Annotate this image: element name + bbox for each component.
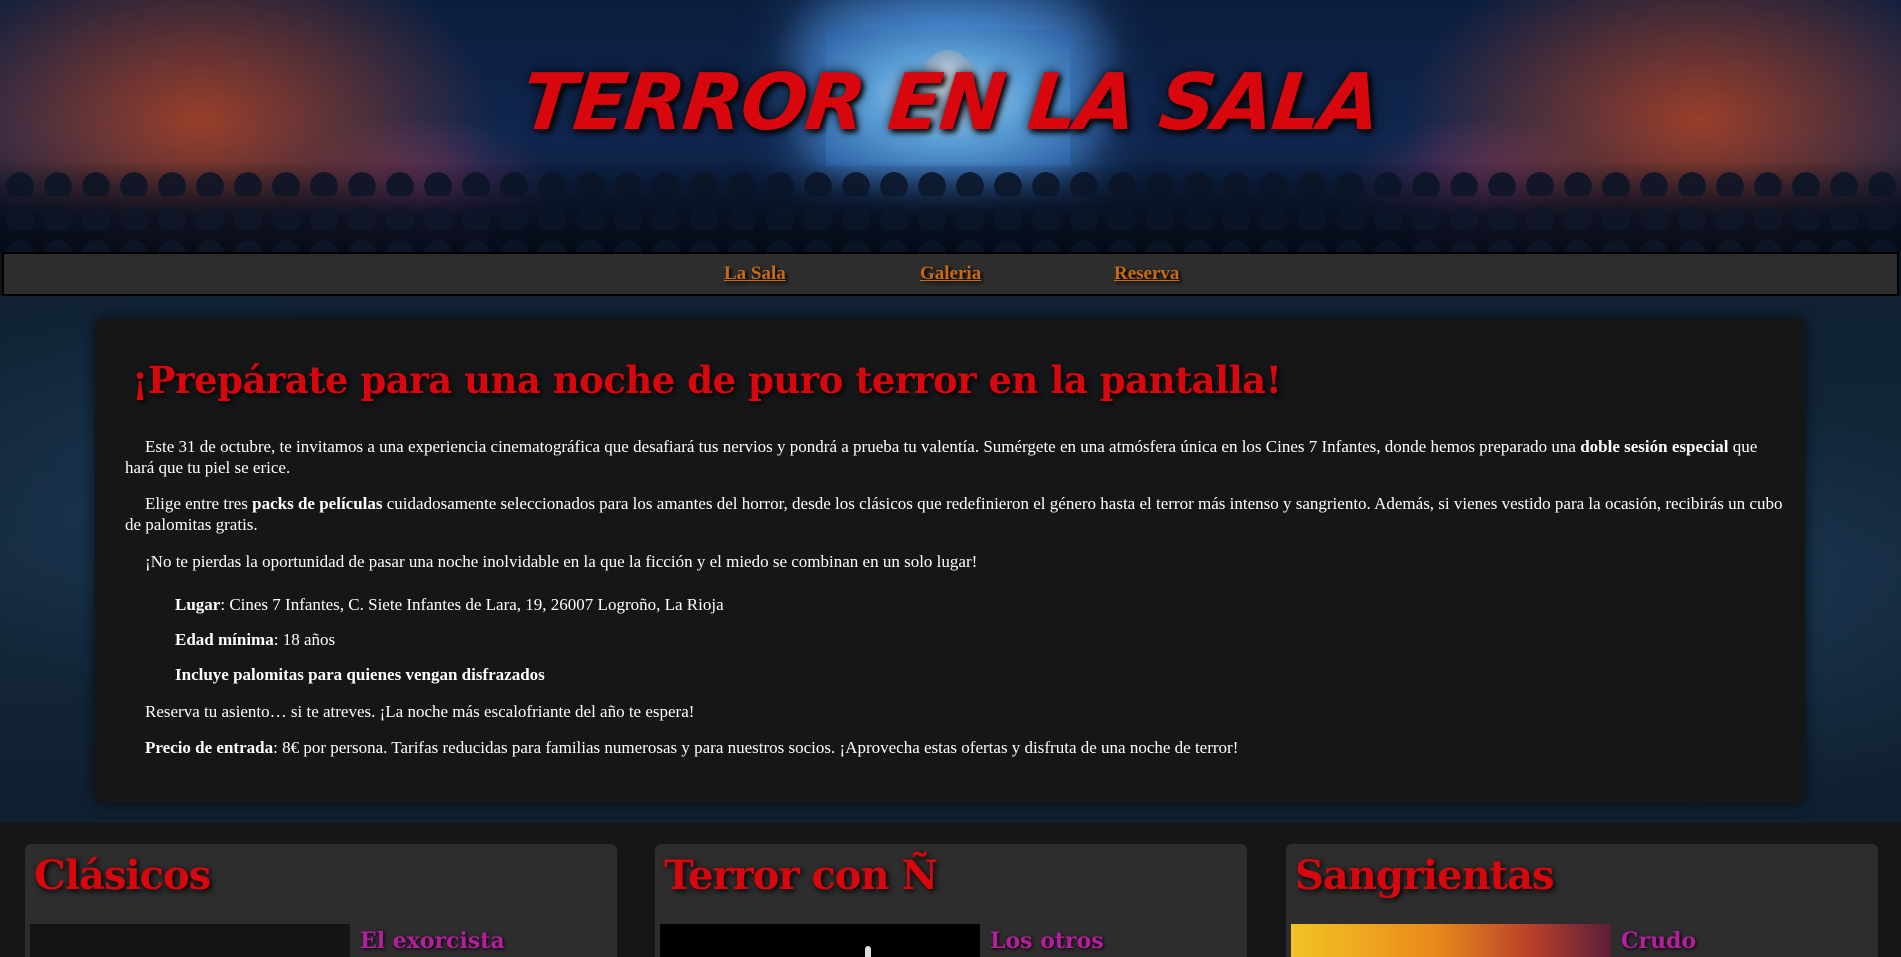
intro-card: ¡Prepárate para una noche de puro terror… bbox=[95, 318, 1805, 803]
movie-poster[interactable] bbox=[660, 924, 980, 957]
detail-palomitas: Incluye palomitas para quienes vengan di… bbox=[175, 665, 545, 685]
pack-title: Sangrientas bbox=[1295, 852, 1555, 899]
movie-poster[interactable] bbox=[1291, 924, 1611, 957]
movie-poster[interactable] bbox=[30, 924, 350, 957]
nav-link-reserva[interactable]: Reserva bbox=[1114, 263, 1179, 285]
intro-paragraph-3: ¡No te pierdas la oportunidad de pasar u… bbox=[145, 552, 978, 571]
main-nav: La Sala Galeria Reserva bbox=[2, 252, 1899, 296]
pack-card-sangrientas: Sangrientas Crudo bbox=[1286, 844, 1878, 957]
lugar-label: Lugar bbox=[175, 595, 221, 614]
intro-heading: ¡Prepárate para una noche de puro terror… bbox=[132, 358, 1282, 402]
p1-text-a: Este 31 de octubre, te invitamos a una e… bbox=[145, 437, 1581, 456]
precio-value: : 8€ por persona. Tarifas reducidas para… bbox=[273, 738, 1239, 757]
pack-card-clasicos: Clásicos El exorcista bbox=[25, 844, 617, 957]
p1-bold: doble sesión especial bbox=[1580, 437, 1729, 456]
edad-label: Edad mínima bbox=[175, 630, 274, 649]
intro-paragraph-1: Este 31 de octubre, te invitamos a una e… bbox=[125, 436, 1785, 478]
audience-silhouettes bbox=[0, 162, 1901, 252]
poster-figure bbox=[865, 946, 871, 957]
intro-paragraph-2: Elige entre tres packs de películas cuid… bbox=[125, 493, 1785, 535]
movie-title-link[interactable]: El exorcista bbox=[360, 928, 505, 954]
pack-title: Terror con Ñ bbox=[664, 852, 938, 899]
nav-link-galeria[interactable]: Galeria bbox=[920, 263, 981, 285]
site-title: TERROR EN LA SALA bbox=[517, 58, 1384, 148]
p2-bold: packs de películas bbox=[252, 494, 383, 513]
pack-card-terror-con-n: Terror con Ñ Los otros bbox=[655, 844, 1247, 957]
nav-link-la-sala[interactable]: La Sala bbox=[724, 263, 786, 285]
intro-paragraph-4: Reserva tu asiento… si te atreves. ¡La n… bbox=[145, 702, 695, 721]
detail-lugar: Lugar: Cines 7 Infantes, C. Siete Infant… bbox=[175, 595, 724, 615]
intro-paragraph-5: Precio de entrada: 8€ por persona. Tarif… bbox=[125, 737, 1785, 758]
pack-title: Clásicos bbox=[34, 852, 211, 899]
movie-title-link[interactable]: Los otros bbox=[990, 928, 1104, 954]
edad-value: : 18 años bbox=[273, 630, 336, 649]
p2-text-a: Elige entre tres bbox=[145, 494, 253, 513]
palomitas-text: Incluye palomitas para quienes vengan di… bbox=[175, 665, 545, 684]
header-banner: TERROR EN LA SALA bbox=[0, 0, 1901, 252]
detail-edad: Edad mínima: 18 años bbox=[175, 630, 335, 650]
movie-title-link[interactable]: Crudo bbox=[1621, 928, 1696, 954]
lugar-value: : Cines 7 Infantes, C. Siete Infantes de… bbox=[220, 595, 724, 614]
precio-label: Precio de entrada bbox=[145, 738, 274, 757]
